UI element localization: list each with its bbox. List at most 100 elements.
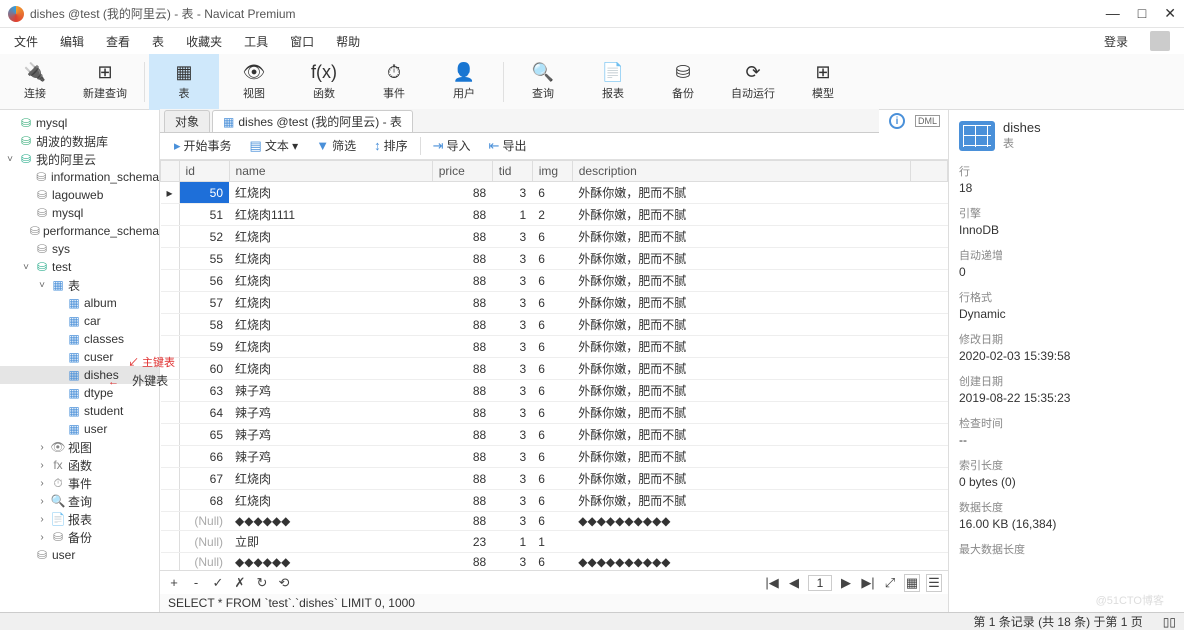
- page-input[interactable]: [808, 575, 832, 591]
- twisty-icon[interactable]: ›: [36, 496, 48, 507]
- cell-name[interactable]: 辣子鸡: [229, 424, 432, 446]
- cell-id[interactable]: 55: [179, 248, 229, 270]
- foot-✗[interactable]: ✗: [232, 575, 248, 591]
- table-row[interactable]: 63辣子鸡8836外酥你嫩，肥而不腻: [161, 380, 948, 402]
- cell-desc[interactable]: 外酥你嫩，肥而不腻: [572, 336, 911, 358]
- toolbar-用户[interactable]: 👤用户: [429, 54, 499, 110]
- nav-1[interactable]: ◀: [786, 575, 802, 591]
- foot-✓[interactable]: ✓: [210, 575, 226, 591]
- cell-id[interactable]: 56: [179, 270, 229, 292]
- tree-事件[interactable]: ›⏱事件: [0, 474, 159, 492]
- twisty-icon[interactable]: ›: [36, 460, 48, 471]
- menu-file[interactable]: 文件: [14, 33, 38, 50]
- cell-name[interactable]: 红烧肉: [229, 314, 432, 336]
- cell-tid[interactable]: 3: [492, 512, 532, 531]
- sub-导出[interactable]: ⇤导出: [483, 135, 533, 156]
- sub-开始事务[interactable]: ▸开始事务: [168, 135, 238, 156]
- cell-img[interactable]: 6: [532, 512, 572, 531]
- cell-img[interactable]: 6: [532, 182, 572, 204]
- table-row[interactable]: 55红烧肉8836外酥你嫩，肥而不腻: [161, 248, 948, 270]
- cell-id[interactable]: (Null): [179, 512, 229, 531]
- tree-album[interactable]: ▦album: [0, 294, 159, 312]
- cell-tid[interactable]: 3: [492, 270, 532, 292]
- twisty-icon[interactable]: ˅: [36, 280, 48, 291]
- cell-desc[interactable]: 外酥你嫩，肥而不腻: [572, 424, 911, 446]
- cell-tid[interactable]: 3: [492, 182, 532, 204]
- sub-排序[interactable]: ↕排序: [368, 135, 414, 156]
- table-row[interactable]: ▸50红烧肉8836外酥你嫩，肥而不腻: [161, 182, 948, 204]
- cell-name[interactable]: 红烧肉: [229, 336, 432, 358]
- cell-tid[interactable]: 3: [492, 336, 532, 358]
- minimize-button[interactable]: —: [1106, 5, 1120, 22]
- foot-↻[interactable]: ↻: [254, 575, 270, 591]
- cell-id[interactable]: (Null): [179, 553, 229, 571]
- cell-id[interactable]: (Null): [179, 531, 229, 553]
- sub-筛选[interactable]: ▼筛选: [310, 135, 362, 156]
- table-row[interactable]: 68红烧肉8836外酥你嫩，肥而不腻: [161, 490, 948, 512]
- cell-price[interactable]: 88: [432, 490, 492, 512]
- tree-user[interactable]: ⛁user: [0, 546, 159, 564]
- cell-name[interactable]: 红烧肉: [229, 270, 432, 292]
- cell-tid[interactable]: 3: [492, 226, 532, 248]
- menu-tools[interactable]: 工具: [244, 33, 268, 50]
- cell-price[interactable]: 88: [432, 446, 492, 468]
- cell-name[interactable]: 红烧肉: [229, 292, 432, 314]
- login-link[interactable]: 登录: [1104, 33, 1128, 50]
- cell-desc[interactable]: 外酥你嫩，肥而不腻: [572, 380, 911, 402]
- twisty-icon[interactable]: ˅: [20, 262, 32, 273]
- cell-name[interactable]: ◆◆◆◆◆◆: [229, 512, 432, 531]
- cell-img[interactable]: 6: [532, 490, 572, 512]
- toolbar-视图[interactable]: 👁视图: [219, 54, 289, 110]
- col-tid[interactable]: tid: [492, 161, 532, 182]
- tab-dishes @test (我的阿里云) - 表[interactable]: ▦dishes @test (我的阿里云) - 表: [212, 110, 413, 132]
- info-icon[interactable]: i: [889, 113, 905, 129]
- tree-函数[interactable]: ›fx函数: [0, 456, 159, 474]
- cell-price[interactable]: 88: [432, 468, 492, 490]
- tree-备份[interactable]: ›⛁备份: [0, 528, 159, 546]
- tree-performance_schema[interactable]: ⛁performance_schema: [0, 222, 159, 240]
- toolbar-自动运行[interactable]: ⟳自动运行: [718, 54, 788, 110]
- twisty-icon[interactable]: ›: [36, 442, 48, 453]
- tree-mysql[interactable]: ⛁mysql: [0, 114, 159, 132]
- cell-img[interactable]: 6: [532, 424, 572, 446]
- cell-name[interactable]: ◆◆◆◆◆◆: [229, 553, 432, 571]
- menu-help[interactable]: 帮助: [336, 33, 360, 50]
- cell-price[interactable]: 88: [432, 270, 492, 292]
- tree-mysql[interactable]: ⛁mysql: [0, 204, 159, 222]
- cell-name[interactable]: 辣子鸡: [229, 380, 432, 402]
- sub-文本 ▾[interactable]: ▤文本 ▾: [244, 135, 305, 156]
- cell-price[interactable]: 88: [432, 424, 492, 446]
- table-row[interactable]: 57红烧肉8836外酥你嫩，肥而不腻: [161, 292, 948, 314]
- toolbar-报表[interactable]: 📄报表: [578, 54, 648, 110]
- cell-price[interactable]: 88: [432, 553, 492, 571]
- cell-desc[interactable]: [572, 531, 911, 553]
- foot-+[interactable]: +: [166, 575, 182, 590]
- tree-classes[interactable]: ▦classes: [0, 330, 159, 348]
- toolbar-备份[interactable]: ⛁备份: [648, 54, 718, 110]
- cell-img[interactable]: 1: [532, 531, 572, 553]
- table-row[interactable]: 67红烧肉8836外酥你嫩，肥而不腻: [161, 468, 948, 490]
- col-id[interactable]: id: [179, 161, 229, 182]
- cell-desc[interactable]: 外酥你嫩，肥而不腻: [572, 292, 911, 314]
- view-☰[interactable]: ☰: [926, 574, 942, 592]
- cell-desc[interactable]: 外酥你嫩，肥而不腻: [572, 270, 911, 292]
- tree-student[interactable]: ▦student: [0, 402, 159, 420]
- cell-id[interactable]: 58: [179, 314, 229, 336]
- toolbar-连接[interactable]: 🔌连接: [0, 54, 70, 110]
- cell-desc[interactable]: 外酥你嫩，肥而不腻: [572, 468, 911, 490]
- cell-id[interactable]: 60: [179, 358, 229, 380]
- toolbar-模型[interactable]: ⊞模型: [788, 54, 858, 110]
- cell-tid[interactable]: 3: [492, 292, 532, 314]
- cell-name[interactable]: 红烧肉1111: [229, 204, 432, 226]
- cell-tid[interactable]: 3: [492, 446, 532, 468]
- menu-view[interactable]: 查看: [106, 33, 130, 50]
- menu-window[interactable]: 窗口: [290, 33, 314, 50]
- cell-id[interactable]: 50: [179, 182, 229, 204]
- cell-id[interactable]: 63: [179, 380, 229, 402]
- cell-tid[interactable]: 1: [492, 204, 532, 226]
- cell-img[interactable]: 6: [532, 336, 572, 358]
- cell-price[interactable]: 88: [432, 292, 492, 314]
- table-row[interactable]: 66辣子鸡8836外酥你嫩，肥而不腻: [161, 446, 948, 468]
- toolbar-查询[interactable]: 🔍查询: [508, 54, 578, 110]
- cell-desc[interactable]: ◆◆◆◆◆◆◆◆◆◆: [572, 553, 911, 571]
